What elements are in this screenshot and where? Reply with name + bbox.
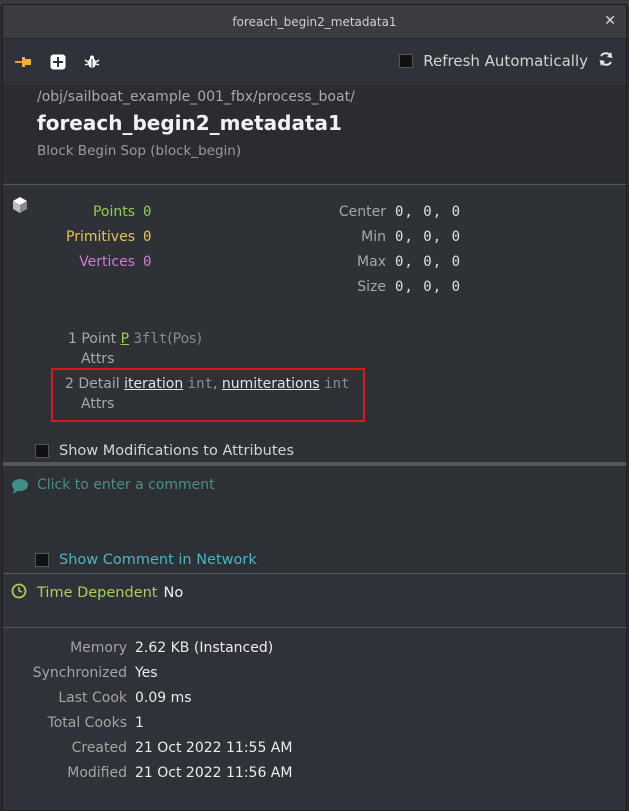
created-label: Created	[71, 740, 127, 756]
synchronized-label: Synchronized	[32, 665, 127, 681]
show-modifications-label: Show Modifications to Attributes	[59, 443, 295, 459]
min-label: Min	[361, 229, 386, 245]
show-comment-checkbox[interactable]	[35, 553, 49, 567]
time-divider	[3, 627, 626, 628]
show-comment-label: Show Comment in Network	[59, 552, 257, 568]
refresh-checkbox[interactable]	[399, 54, 414, 68]
total-cooks-value: 1	[135, 715, 144, 731]
attr-P-qualifier: (Pos)	[167, 331, 202, 347]
attr-P-type: 3flt	[133, 331, 168, 347]
time-dependent-row: Time Dependent No	[11, 583, 183, 603]
close-icon[interactable]: ✕	[604, 13, 616, 29]
primitives-label: Primitives	[66, 229, 135, 245]
size-value: 0, 0, 0	[395, 279, 462, 295]
total-cooks-label: Total Cooks	[47, 715, 127, 731]
refresh-icon[interactable]	[598, 51, 614, 71]
primitives-value: 0	[143, 229, 152, 245]
show-modifications-toggle[interactable]: Show Modifications to Attributes	[35, 443, 294, 459]
window-titlebar[interactable]: foreach_begin2_metadata1 ✕	[3, 5, 626, 39]
window-title: foreach_begin2_metadata1	[232, 14, 397, 29]
add-icon[interactable]	[49, 53, 67, 71]
header-divider	[3, 184, 626, 185]
highlight-box	[51, 368, 365, 422]
synchronized-value: Yes	[135, 665, 158, 681]
point-attrs-count: 1 Point	[68, 331, 117, 347]
vertices-value: 0	[143, 254, 152, 270]
modified-label: Modified	[67, 765, 127, 781]
vertices-label: Vertices	[79, 254, 135, 270]
node-header: /obj/sailboat_example_001_fbx/process_bo…	[3, 85, 626, 183]
created-value: 21 Oct 2022 11:55 AM	[135, 740, 293, 756]
comment-placeholder[interactable]: Click to enter a comment	[37, 477, 215, 493]
attr-P[interactable]: P	[121, 331, 129, 347]
center-label: Center	[338, 204, 386, 220]
memory-label: Memory	[70, 640, 127, 656]
pin-icon[interactable]	[15, 53, 33, 71]
last-cook-label: Last Cook	[58, 690, 127, 706]
point-attrs-label: Attrs	[81, 351, 115, 367]
memory-value: 2.62 KB (Instanced)	[135, 640, 274, 656]
comment-icon	[11, 478, 29, 498]
clock-icon	[11, 583, 27, 603]
modified-value: 21 Oct 2022 11:56 AM	[135, 765, 293, 781]
node-name: foreach_begin2_metadata1	[37, 111, 342, 135]
refresh-automatically-toggle[interactable]: Refresh Automatically	[399, 51, 614, 71]
size-label: Size	[357, 279, 386, 295]
show-comment-toggle[interactable]: Show Comment in Network	[35, 552, 257, 568]
node-info-window: foreach_begin2_metadata1 ✕ Refresh Autom…	[2, 4, 627, 811]
node-type: Block Begin Sop (block_begin)	[37, 143, 242, 159]
max-label: Max	[357, 254, 386, 270]
min-value: 0, 0, 0	[395, 229, 462, 245]
toolbar: Refresh Automatically	[3, 39, 626, 85]
point-attrs-row: 1 Point P 3flt(Pos)	[68, 331, 202, 347]
center-value: 0, 0, 0	[395, 204, 462, 220]
geometry-section: Points 0 Primitives 0 Vertices 0 Center …	[3, 186, 626, 466]
max-value: 0, 0, 0	[395, 254, 462, 270]
time-dependent-value: No	[163, 585, 184, 601]
last-cook-value: 0.09 ms	[135, 690, 192, 706]
show-modifications-checkbox[interactable]	[35, 444, 49, 458]
points-label: Points	[92, 204, 135, 220]
comment-divider	[3, 573, 626, 574]
bug-icon[interactable]	[83, 53, 101, 71]
node-path: /obj/sailboat_example_001_fbx/process_bo…	[37, 89, 355, 105]
time-dependent-label: Time Dependent	[37, 585, 158, 601]
points-value: 0	[143, 204, 152, 220]
refresh-label: Refresh Automatically	[423, 52, 588, 70]
